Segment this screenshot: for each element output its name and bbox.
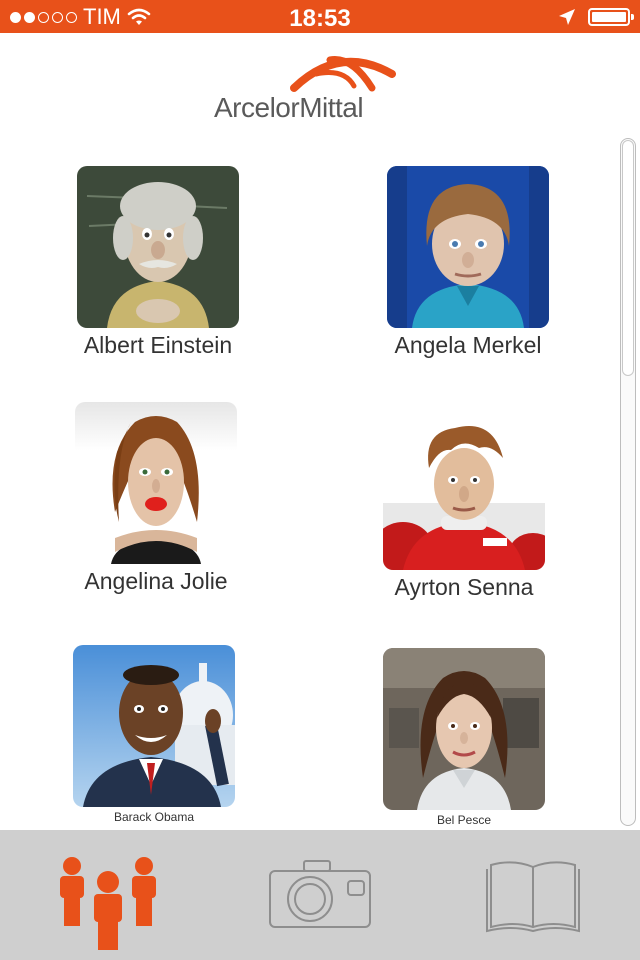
brand-logo: ArcelorMittal xyxy=(0,44,640,134)
status-bar: TIM 18:53 xyxy=(0,0,640,33)
scrollbar-thumb[interactable] xyxy=(622,140,634,376)
character-name: Barack Obama xyxy=(113,810,195,824)
character-name: Ayrton Senna xyxy=(394,574,534,600)
scrollbar[interactable] xyxy=(620,138,636,826)
tab-bar xyxy=(0,830,640,960)
angelina-jolie-avatar xyxy=(75,402,237,564)
character-list[interactable]: Albert Einstein Angela Merkel Angelina J… xyxy=(0,140,620,830)
character-name: Albert Einstein xyxy=(83,332,233,358)
character-name: Angela Merkel xyxy=(394,332,542,358)
character-name: Bel Pesce xyxy=(436,813,492,827)
logo-text: ArcelorMittal xyxy=(214,92,364,123)
angela-merkel-avatar xyxy=(387,166,549,328)
character-card-ayrton-senna[interactable]: Ayrton Senna xyxy=(344,408,584,601)
clock: 18:53 xyxy=(289,5,351,32)
ayrton-senna-avatar xyxy=(383,408,545,570)
battery-icon xyxy=(588,8,634,26)
book-icon xyxy=(485,861,580,933)
character-card-angela-merkel[interactable]: Angela Merkel xyxy=(348,166,588,359)
barack-obama-avatar xyxy=(73,645,235,807)
character-card-angelina-jolie[interactable]: Angelina Jolie xyxy=(36,402,276,595)
character-card-albert-einstein[interactable]: Albert Einstein xyxy=(38,166,278,359)
tab-camera[interactable] xyxy=(213,830,426,960)
tab-book[interactable] xyxy=(426,830,639,960)
character-card-barack-obama[interactable]: Barack Obama xyxy=(34,645,274,824)
character-card-bel-pesce[interactable]: Bel Pesce xyxy=(344,648,584,827)
tab-characters[interactable] xyxy=(0,830,213,960)
character-name: Angelina Jolie xyxy=(84,568,228,594)
bel-pesce-avatar xyxy=(383,648,545,810)
people-icon xyxy=(59,857,156,950)
camera-icon xyxy=(268,860,371,928)
albert-einstein-avatar xyxy=(77,166,239,328)
location-arrow-icon xyxy=(559,9,575,25)
